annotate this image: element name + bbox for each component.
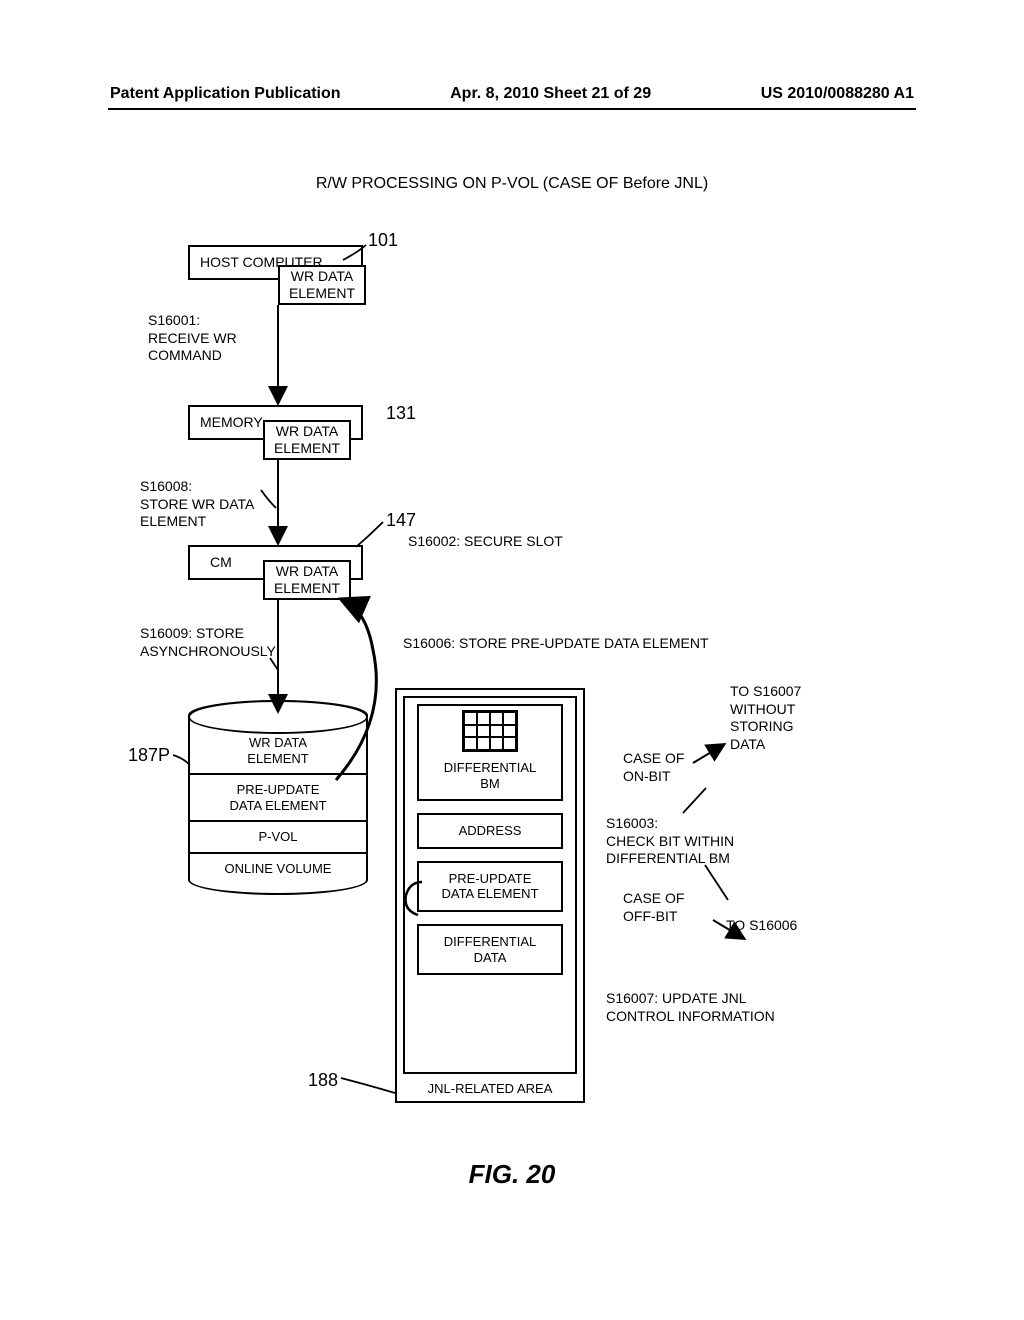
step-s16001: S16001: RECEIVE WR COMMAND [148, 312, 237, 365]
memory-label: MEMORY [200, 414, 263, 431]
cm-label: CM [210, 554, 232, 571]
step-s16002: S16002: SECURE SLOT [408, 533, 563, 551]
step-s16009: S16009: STORE ASYNCHRONOUSLY [140, 625, 276, 660]
ref-131: 131 [386, 403, 416, 424]
wr-data-host-label: WR DATA ELEMENT [289, 268, 355, 302]
case-offbit: CASE OF OFF-BIT [623, 890, 684, 925]
step-s16006: S16006: STORE PRE-UPDATE DATA ELEMENT [403, 635, 709, 653]
cyl-pvol: P-VOL [190, 820, 366, 852]
diagram-title: R/W PROCESSING ON P-VOL (CASE OF Before … [0, 175, 1024, 193]
wr-data-host-box: WR DATA ELEMENT [278, 265, 366, 305]
ref-147: 147 [386, 510, 416, 531]
cyl-online: ONLINE VOLUME [190, 852, 366, 884]
step-s16007: S16007: UPDATE JNL CONTROL INFORMATION [606, 990, 775, 1025]
wr-data-cm-label: WR DATA ELEMENT [274, 563, 340, 597]
page-header: Patent Application Publication Apr. 8, 2… [0, 85, 1024, 103]
step-to-s16006: TO S16006 [726, 917, 797, 935]
ref-187p: 187P [128, 745, 170, 766]
wr-data-memory-label: WR DATA ELEMENT [274, 423, 340, 457]
step-s16003: S16003: CHECK BIT WITHIN DIFFERENTIAL BM [606, 815, 734, 868]
jnl-area-label: JNL-RELATED AREA [397, 1081, 583, 1096]
figure-label: FIG. 20 [0, 1159, 1024, 1190]
case-onbit: CASE OF ON-BIT [623, 750, 684, 785]
cyl-wr-data: WR DATA ELEMENT [190, 717, 366, 773]
ref-188: 188 [308, 1070, 338, 1091]
wr-data-memory-box: WR DATA ELEMENT [263, 420, 351, 460]
ref-101: 101 [368, 230, 398, 251]
header-right: US 2010/0088280 A1 [761, 85, 914, 103]
step-s16008: S16008: STORE WR DATA ELEMENT [140, 478, 254, 531]
jnl-area-inner [403, 696, 577, 1074]
header-left: Patent Application Publication [110, 85, 341, 103]
cyl-preupdate: PRE-UPDATE DATA ELEMENT [190, 773, 366, 820]
step-to-s16007: TO S16007 WITHOUT STORING DATA [730, 683, 801, 753]
flow-diagram: HOST COMPUTER WR DATA ELEMENT 101 S16001… [108, 210, 918, 1180]
header-rule [108, 108, 916, 110]
wr-data-cm-box: WR DATA ELEMENT [263, 560, 351, 600]
pvol-cylinder: WR DATA ELEMENT PRE-UPDATE DATA ELEMENT … [188, 700, 368, 895]
header-center: Apr. 8, 2010 Sheet 21 of 29 [450, 85, 651, 103]
